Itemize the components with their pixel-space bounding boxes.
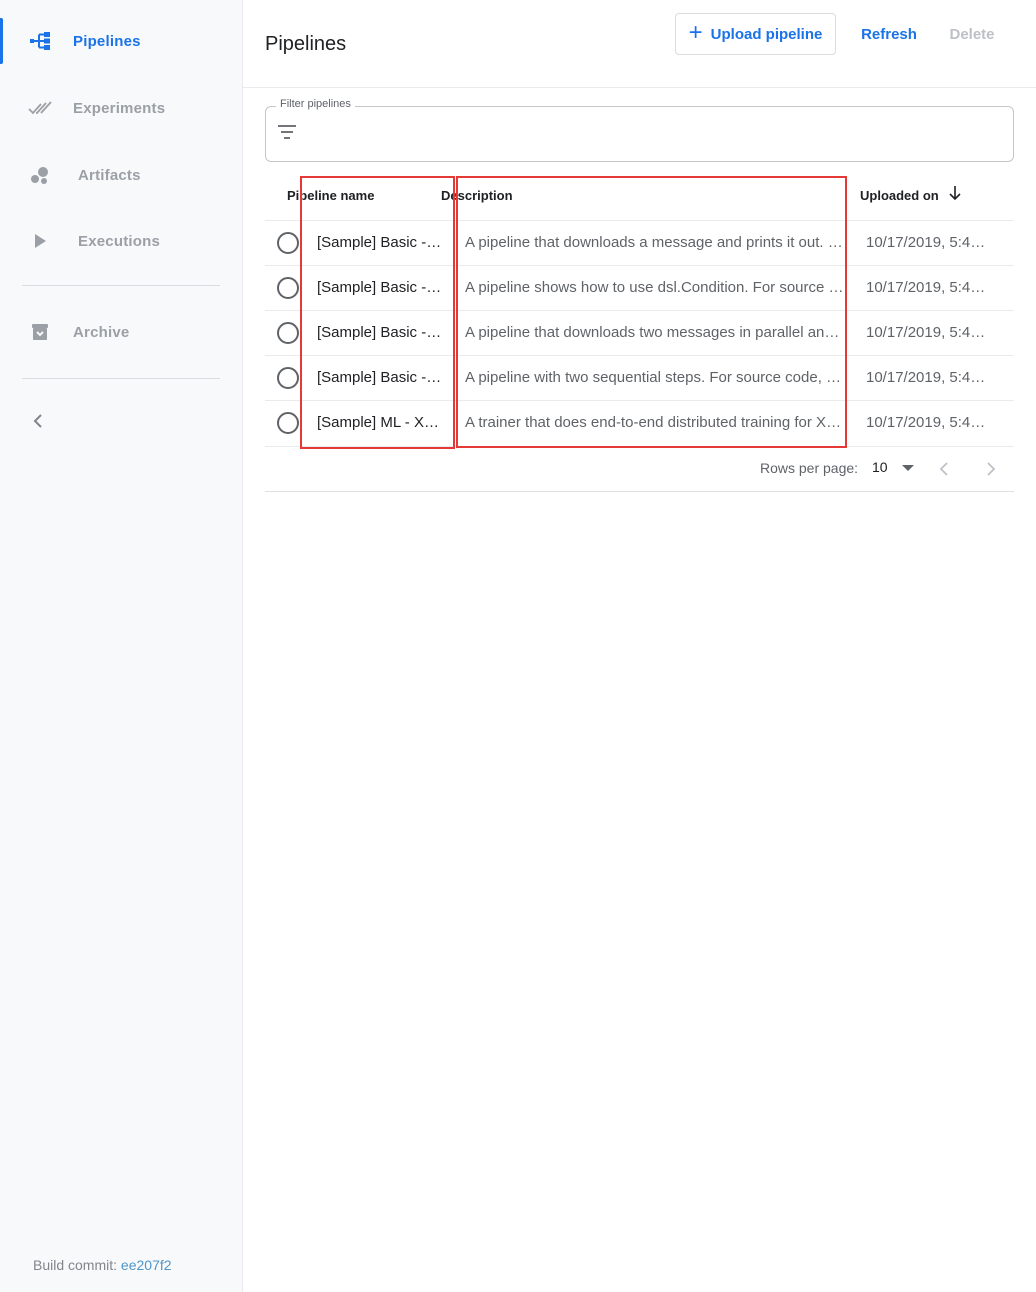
executions-icon <box>28 229 52 253</box>
chevron-right-icon <box>987 462 996 476</box>
column-header-uploaded-on[interactable]: Uploaded on <box>860 188 939 203</box>
annotation-box-description <box>456 176 847 448</box>
sidebar-item-executions[interactable]: Executions <box>0 218 243 264</box>
sidebar-item-label: Experiments <box>73 99 166 117</box>
page-title: Pipelines <box>265 33 347 55</box>
sidebar-item-label: Pipelines <box>73 32 141 50</box>
table-footer-divider <box>265 491 1014 492</box>
sidebar-divider <box>22 285 220 286</box>
pipelines-icon <box>28 29 52 53</box>
refresh-button[interactable]: Refresh <box>852 20 926 48</box>
rows-per-page-select[interactable]: 10 <box>872 459 888 475</box>
build-commit-label: Build commit: <box>33 1257 118 1273</box>
sidebar-item-experiments[interactable]: Experiments <box>0 85 243 131</box>
delete-button[interactable]: Delete <box>940 20 1004 48</box>
sidebar: Pipelines Experiments Artifacts Executio… <box>0 0 243 1292</box>
pipeline-uploaded-on: 10/17/2019, 5:46:29 PM <box>866 234 992 251</box>
artifacts-icon <box>28 163 52 187</box>
chevron-left-icon <box>939 462 948 476</box>
pipeline-uploaded-on: 10/17/2019, 5:46:27 PM <box>866 324 992 341</box>
annotation-box-pipeline-name <box>300 176 455 449</box>
filter-input[interactable] <box>310 118 1000 150</box>
sidebar-item-pipelines[interactable]: Pipelines <box>0 18 243 64</box>
pipeline-uploaded-on: 10/17/2019, 5:46:25 PM <box>866 414 992 431</box>
sort-descending-icon[interactable] <box>948 185 962 201</box>
next-page-button[interactable] <box>981 459 1001 479</box>
row-radio-button[interactable] <box>277 412 299 434</box>
pipeline-uploaded-on: 10/17/2019, 5:46:26 PM <box>866 369 992 386</box>
previous-page-button[interactable] <box>934 459 954 479</box>
sidebar-item-artifacts[interactable]: Artifacts <box>0 152 243 198</box>
dropdown-caret-icon[interactable] <box>902 465 914 471</box>
row-radio-button[interactable] <box>277 322 299 344</box>
sidebar-divider <box>22 378 220 379</box>
sidebar-item-archive[interactable]: Archive <box>0 309 243 355</box>
build-commit: Build commit: ee207f2 <box>33 1257 172 1273</box>
sidebar-item-label: Archive <box>73 323 130 341</box>
filter-label: Filter pipelines <box>276 98 355 110</box>
header-divider <box>243 87 1036 88</box>
collapse-sidebar-button[interactable] <box>28 409 48 433</box>
row-radio-button[interactable] <box>277 367 299 389</box>
build-commit-link[interactable]: ee207f2 <box>121 1257 172 1273</box>
sidebar-item-label: Executions <box>78 232 161 250</box>
archive-icon <box>28 320 52 344</box>
filter-icon <box>278 125 296 139</box>
upload-pipeline-label: Upload pipeline <box>710 25 823 43</box>
sidebar-item-label: Artifacts <box>78 166 141 184</box>
plus-icon: + <box>688 18 703 46</box>
row-radio-button[interactable] <box>277 232 299 254</box>
row-radio-button[interactable] <box>277 277 299 299</box>
chevron-left-icon <box>33 414 42 428</box>
upload-pipeline-button[interactable]: + Upload pipeline <box>675 13 836 55</box>
experiments-icon <box>28 96 52 120</box>
rows-per-page-label: Rows per page: <box>760 460 859 476</box>
pipeline-uploaded-on: 10/17/2019, 5:46:28 PM <box>866 279 992 296</box>
